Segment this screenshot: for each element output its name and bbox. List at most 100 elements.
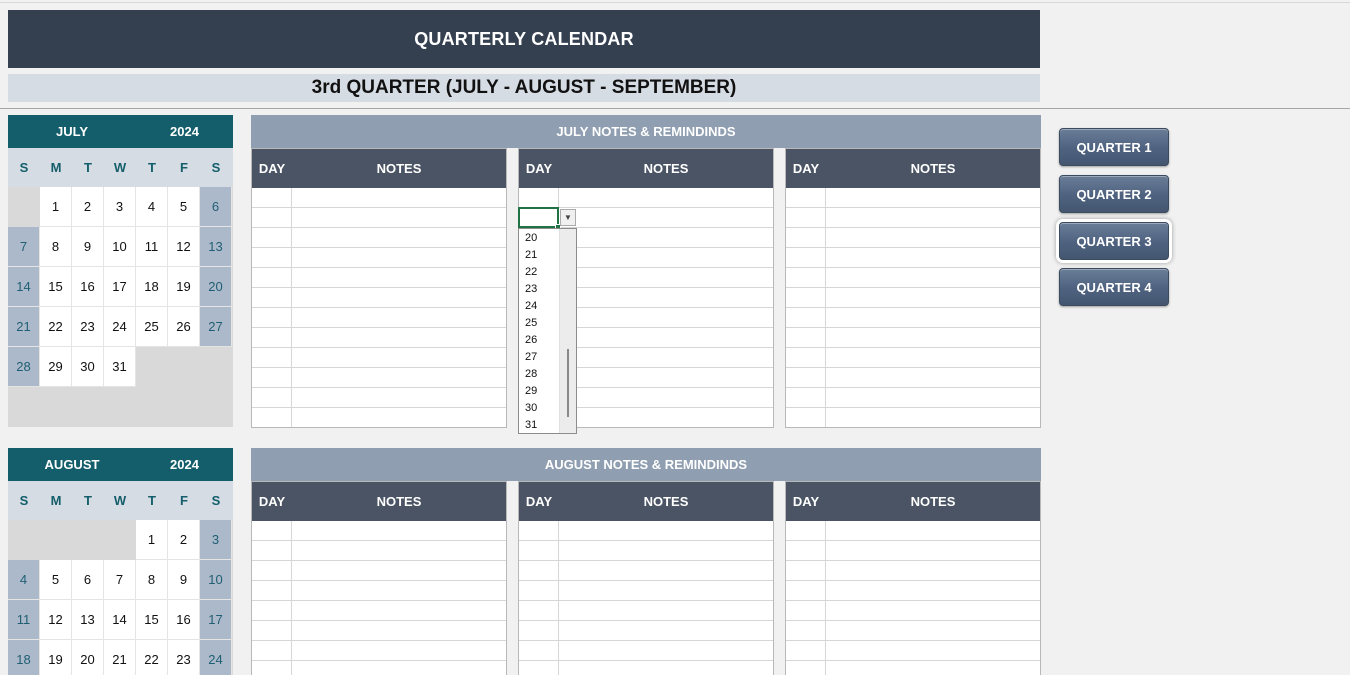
dropdown-option[interactable]: 27 <box>525 349 537 366</box>
calendar-day-cell[interactable]: 28 <box>8 347 40 387</box>
calendar-day-cell[interactable]: 26 <box>168 307 200 347</box>
dropdown-option[interactable]: 26 <box>525 332 537 349</box>
notes-panel-header: DAY NOTES <box>786 149 1040 188</box>
weekday-label: S <box>19 493 29 508</box>
calendar-day-cell[interactable]: 15 <box>136 600 168 640</box>
calendar-empty-cell <box>8 520 40 560</box>
calendar-day-cell[interactable]: 19 <box>40 640 72 675</box>
calendar-day-cell[interactable]: 11 <box>136 227 168 267</box>
dropdown-scrollbar[interactable] <box>559 229 576 433</box>
calendar-day-cell[interactable]: 9 <box>72 227 104 267</box>
calendar-day-cell[interactable]: 21 <box>104 640 136 675</box>
calendar-day-cell[interactable]: 1 <box>40 187 72 227</box>
calendar-day-cell[interactable]: 16 <box>168 600 200 640</box>
july-notes-banner: JULY NOTES & REMINDINDS <box>251 115 1041 148</box>
calendar-day-cell[interactable]: 10 <box>104 227 136 267</box>
calendar-day-cell[interactable]: 10 <box>200 560 232 600</box>
notes-entry-grid[interactable] <box>519 521 773 675</box>
calendar-day-cell[interactable]: 20 <box>72 640 104 675</box>
calendar-day-cell[interactable]: 9 <box>168 560 200 600</box>
calendar-day-cell[interactable]: 4 <box>136 187 168 227</box>
selected-day-cell[interactable] <box>518 207 559 228</box>
quarter-1-button[interactable]: QUARTER 1 <box>1059 128 1169 166</box>
calendar-day-cell[interactable]: 23 <box>72 307 104 347</box>
dropdown-option[interactable]: 25 <box>525 315 537 332</box>
dropdown-option[interactable]: 20 <box>525 230 537 247</box>
calendar-day-cell[interactable]: 4 <box>8 560 40 600</box>
calendar-day-cell[interactable]: 6 <box>72 560 104 600</box>
calendar-day-cell[interactable]: 18 <box>8 640 40 675</box>
calendar-day-cell[interactable]: 22 <box>136 640 168 675</box>
calendar-empty-cell <box>72 387 104 427</box>
quarter-2-button[interactable]: QUARTER 2 <box>1059 175 1169 213</box>
calendar-day-cell[interactable]: 7 <box>8 227 40 267</box>
weekday-label: M <box>50 160 62 175</box>
quarter-4-button[interactable]: QUARTER 4 <box>1059 268 1169 306</box>
calendar-day-cell[interactable]: 12 <box>168 227 200 267</box>
calendar-day-cell[interactable]: 14 <box>8 267 40 307</box>
calendar-day-cell[interactable]: 16 <box>72 267 104 307</box>
calendar-day-cell[interactable]: 14 <box>104 600 136 640</box>
calendar-day-cell[interactable]: 18 <box>136 267 168 307</box>
dropdown-option[interactable]: 30 <box>525 400 537 417</box>
calendar-day-cell[interactable]: 17 <box>200 600 232 640</box>
calendar-day-cell[interactable]: 23 <box>168 640 200 675</box>
calendar-day-cell[interactable]: 3 <box>104 187 136 227</box>
calendar-day-cell[interactable]: 1 <box>136 520 168 560</box>
calendar-day-cell[interactable]: 2 <box>168 520 200 560</box>
calendar-day-cell[interactable]: 22 <box>40 307 72 347</box>
dropdown-option[interactable]: 23 <box>525 281 537 298</box>
quarter-subtitle: 3rd QUARTER (JULY - AUGUST - SEPTEMBER) <box>8 74 1040 102</box>
dropdown-option[interactable]: 29 <box>525 383 537 400</box>
page-title: QUARTERLY CALENDAR <box>8 10 1040 68</box>
calendar-empty-cell <box>136 387 168 427</box>
calendar-day-cell[interactable]: 3 <box>200 520 232 560</box>
weekday-header-row: SMTWTFS <box>8 481 233 520</box>
weekday-label: T <box>84 493 92 508</box>
notes-entry-grid[interactable] <box>786 521 1040 675</box>
scrollbar-thumb[interactable] <box>567 349 569 417</box>
weekday-label: M <box>50 493 62 508</box>
calendar-day-cell[interactable]: 25 <box>136 307 168 347</box>
calendar-day-cell[interactable]: 20 <box>200 267 232 307</box>
dropdown-option[interactable]: 31 <box>525 417 537 434</box>
calendar-day-cell[interactable]: 13 <box>200 227 232 267</box>
day-dropdown-list[interactable]: 20 21 22 23 24 25 26 27 28 29 30 31 <box>518 228 577 434</box>
calendar-day-cell[interactable]: 29 <box>40 347 72 387</box>
calendar-day-cell[interactable]: 6 <box>200 187 232 227</box>
calendar-day-cell[interactable]: 15 <box>40 267 72 307</box>
quarter-3-button[interactable]: QUARTER 3 <box>1059 222 1169 260</box>
calendar-day-cell[interactable]: 24 <box>200 640 232 675</box>
dropdown-option[interactable]: 24 <box>525 298 537 315</box>
calendar-day-cell[interactable]: 13 <box>72 600 104 640</box>
calendar-day-cell[interactable]: 8 <box>40 227 72 267</box>
calendar-day-cell[interactable]: 24 <box>104 307 136 347</box>
calendar-day-cell[interactable]: 7 <box>104 560 136 600</box>
calendar-day-cell[interactable]: 17 <box>104 267 136 307</box>
calendar-day-cell[interactable]: 27 <box>200 307 232 347</box>
notes-column-header: NOTES <box>643 494 689 509</box>
calendar-day-cell[interactable]: 5 <box>40 560 72 600</box>
calendar-day-cell[interactable]: 19 <box>168 267 200 307</box>
calendar-day-grid: 1 2 3 4 5 6 7 8 9 10 11 12 13 14 15 16 17 18 19 20 21 22 23 24 <box>8 520 233 675</box>
dropdown-option[interactable]: 21 <box>525 247 537 264</box>
notes-column-header: NOTES <box>910 161 956 176</box>
calendar-day-cell[interactable]: 8 <box>136 560 168 600</box>
weekday-header-row: SMTWTFS <box>8 148 233 187</box>
calendar-day-cell[interactable]: 11 <box>8 600 40 640</box>
dropdown-option[interactable]: 22 <box>525 264 537 281</box>
calendar-day-cell[interactable]: 30 <box>72 347 104 387</box>
calendar-day-cell[interactable]: 31 <box>104 347 136 387</box>
calendar-empty-cell <box>104 520 136 560</box>
calendar-day-cell[interactable]: 2 <box>72 187 104 227</box>
notes-entry-grid[interactable] <box>786 188 1040 427</box>
chevron-down-icon[interactable]: ▼ <box>560 209 576 226</box>
notes-entry-grid[interactable] <box>252 188 506 427</box>
notes-entry-grid[interactable] <box>252 521 506 675</box>
calendar-day-cell[interactable]: 12 <box>40 600 72 640</box>
dropdown-option[interactable]: 28 <box>525 366 537 383</box>
calendar-day-cell[interactable]: 21 <box>8 307 40 347</box>
calendar-empty-cell <box>72 520 104 560</box>
weekday-label: F <box>180 493 188 508</box>
calendar-day-cell[interactable]: 5 <box>168 187 200 227</box>
